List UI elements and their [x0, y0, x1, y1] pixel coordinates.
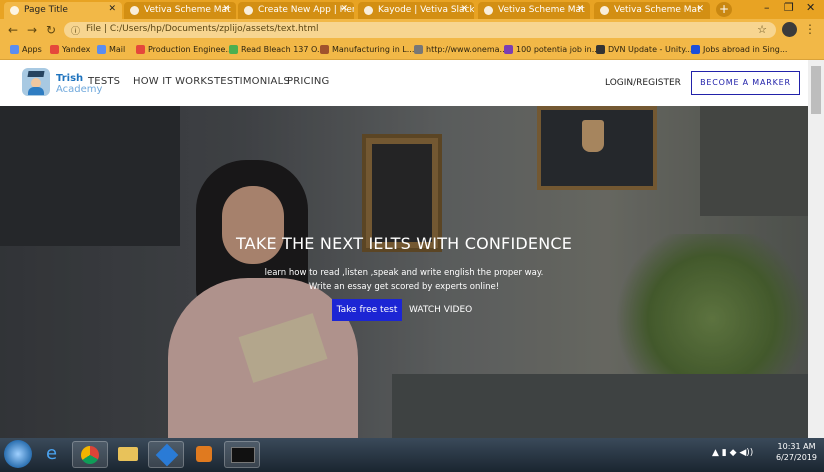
hero-title: TAKE THE NEXT IELTS WITH CONFIDENCE — [235, 234, 573, 253]
close-icon[interactable]: ✕ — [108, 4, 116, 14]
chrome-icon — [10, 6, 19, 15]
tab-vetiva-3[interactable]: Vetiva Scheme Mat ✕ — [594, 2, 710, 19]
terminal-icon[interactable] — [224, 441, 260, 468]
close-icon[interactable]: ✕ — [340, 4, 348, 14]
globe-icon — [414, 45, 423, 54]
start-button[interactable] — [4, 440, 32, 468]
take-free-test-button[interactable]: Take free test — [332, 299, 402, 321]
slack-icon — [364, 6, 373, 15]
hero-banner: TAKE THE NEXT IELTS WITH CONFIDENCE lear… — [0, 106, 808, 438]
menu-icon[interactable]: ⋮ — [804, 22, 816, 36]
address-bar: ← → ↻ ⓘ File | C:/Users/hp/Documents/zpl… — [0, 19, 824, 41]
mail-icon — [97, 45, 106, 54]
bookmark-manufacturing[interactable]: Manufacturing in L... — [320, 45, 414, 54]
yandex-icon — [50, 45, 59, 54]
bookmark-jobs[interactable]: 100 potentia job in... — [504, 45, 599, 54]
url-input[interactable]: ⓘ File | C:/Users/hp/Documents/zplijo/as… — [64, 22, 776, 38]
maximize-icon[interactable]: ❐ — [784, 1, 794, 14]
nav-tests[interactable]: TESTS — [88, 76, 120, 87]
bookmark-onema[interactable]: http://www.onema... — [414, 45, 507, 54]
nav-how-it-works[interactable]: HOW IT WORKS — [133, 76, 214, 87]
page-scrollbar[interactable] — [808, 60, 824, 438]
minimize-icon[interactable]: – — [764, 1, 770, 14]
close-icon[interactable]: ✕ — [460, 4, 468, 14]
bookmark-icon — [504, 45, 513, 54]
bookmark-icon — [320, 45, 329, 54]
tab-vetiva-2[interactable]: Vetiva Scheme Mat ✕ — [478, 2, 590, 19]
folder-icon[interactable] — [110, 441, 146, 468]
site-header: Trish Academy TESTS HOW IT WORKS TESTIMO… — [0, 60, 808, 106]
close-icon[interactable]: ✕ — [222, 4, 230, 14]
brand-name: Trish — [56, 73, 84, 84]
heroku-icon — [244, 6, 253, 15]
tab-page-title[interactable]: Page Title ✕ — [4, 2, 122, 19]
ie-icon[interactable]: e — [38, 441, 74, 468]
bookmark-jobs-abroad[interactable]: Jobs abroad in Sing... — [691, 45, 787, 54]
info-icon[interactable]: ⓘ — [71, 24, 80, 37]
tab-bar: Page Title ✕ Vetiva Scheme Mat ✕ Create … — [0, 0, 824, 19]
bookmark-bleach[interactable]: Read Bleach 137 O... — [229, 45, 325, 54]
tab-heroku[interactable]: Create New App | Hero ✕ — [238, 2, 354, 19]
close-icon[interactable]: ✕ — [696, 4, 704, 14]
vscode-icon[interactable] — [148, 441, 184, 468]
scrollbar-thumb[interactable] — [811, 66, 821, 114]
taskbar-clock[interactable]: 10:31 AM 6/27/2019 — [776, 441, 817, 463]
bookmark-star-icon[interactable]: ☆ — [757, 23, 767, 36]
bookmark-icon — [596, 45, 605, 54]
close-window-icon[interactable]: ✕ — [806, 1, 815, 14]
page-icon — [130, 6, 139, 15]
forward-icon[interactable]: → — [27, 23, 37, 37]
apps-icon — [10, 45, 19, 54]
chrome-taskbar-icon[interactable] — [72, 441, 108, 468]
media-player-icon[interactable] — [186, 441, 222, 468]
extension-icon[interactable] — [782, 22, 797, 37]
reload-icon[interactable]: ↻ — [46, 23, 56, 37]
page-icon — [484, 6, 493, 15]
bookmark-mail[interactable]: Mail — [97, 45, 125, 54]
hero-subtitle-2: Write an essay get scored by experts onl… — [308, 282, 500, 292]
close-icon[interactable]: ✕ — [576, 4, 584, 14]
bookmark-production[interactable]: Production Enginee... — [136, 45, 233, 54]
new-tab-button[interactable]: + — [716, 2, 732, 17]
become-marker-button[interactable]: BECOME A MARKER — [691, 71, 800, 95]
bookmarks-bar: Apps Yandex Mail Production Enginee... R… — [0, 41, 824, 60]
hero-subtitle-1: learn how to read ,listen ,speak and wri… — [264, 268, 544, 278]
login-register-link[interactable]: LOGIN/REGISTER — [605, 78, 681, 88]
bookmark-dvn[interactable]: DVN Update - Unity... — [596, 45, 692, 54]
bookmark-icon — [229, 45, 238, 54]
windows-taskbar: e ▲ ▮ ◆ ◀)) 10:31 AM 6/27/2019 — [0, 438, 824, 472]
watch-video-link[interactable]: WATCH VIDEO — [409, 305, 472, 315]
bookmark-yandex[interactable]: Yandex — [50, 45, 90, 54]
nav-pricing[interactable]: PRICING — [287, 76, 330, 87]
page-icon — [600, 6, 609, 15]
bookmark-icon — [691, 45, 700, 54]
nav-testimonials[interactable]: TESTIMONIALS — [214, 76, 290, 87]
tab-slack[interactable]: Kayode | Vetiva Slack ✕ — [358, 2, 474, 19]
logo-icon[interactable] — [22, 68, 50, 96]
back-icon[interactable]: ← — [8, 23, 18, 37]
bookmark-icon — [136, 45, 145, 54]
system-tray-icons[interactable]: ▲ ▮ ◆ ◀)) — [712, 448, 753, 458]
bookmark-apps[interactable]: Apps — [10, 45, 42, 54]
tab-vetiva-1[interactable]: Vetiva Scheme Mat ✕ — [124, 2, 236, 19]
